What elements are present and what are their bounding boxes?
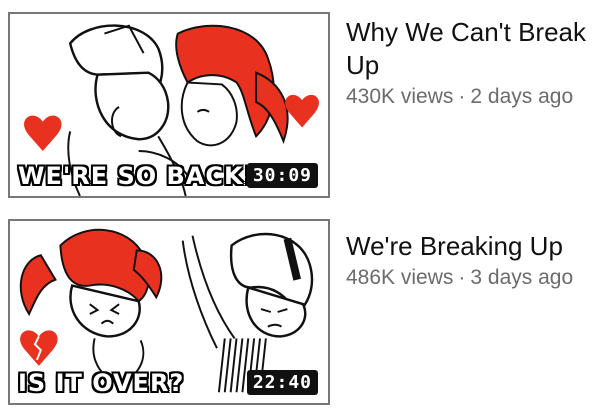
thumbnail-caption: IS IT OVER? — [18, 369, 185, 397]
video-title[interactable]: We're Breaking Up — [346, 230, 608, 263]
video-stats: 430K views · 2 days ago — [346, 84, 608, 110]
video-stats: 486K views · 3 days ago — [346, 265, 608, 291]
video-title[interactable]: Why We Can't Break Up — [346, 16, 608, 82]
upload-age: 3 days ago — [470, 266, 574, 289]
separator: · — [458, 266, 466, 289]
view-count: 486K views — [346, 266, 454, 289]
separator: · — [458, 85, 466, 108]
upload-age: 2 days ago — [470, 85, 574, 108]
video-item[interactable]: IS IT OVER? 22:40 We're Breaking Up 486K… — [0, 212, 615, 412]
heart-icon — [24, 115, 62, 151]
video-thumbnail[interactable]: WE'RE SO BACK! 30:09 — [8, 12, 330, 198]
duration-badge: 30:09 — [246, 163, 318, 188]
video-meta: Why We Can't Break Up 430K views · 2 days … — [346, 16, 608, 110]
video-meta: We're Breaking Up 486K views · 3 days ago — [346, 230, 608, 291]
video-thumbnail[interactable]: IS IT OVER? 22:40 — [8, 219, 330, 405]
heart-icon — [285, 94, 320, 128]
video-item[interactable]: WE'RE SO BACK! 30:09 Why We Can't Break … — [0, 0, 615, 205]
duration-badge: 22:40 — [246, 370, 318, 395]
view-count: 430K views — [346, 85, 454, 108]
thumbnail-caption: WE'RE SO BACK! — [18, 162, 256, 190]
